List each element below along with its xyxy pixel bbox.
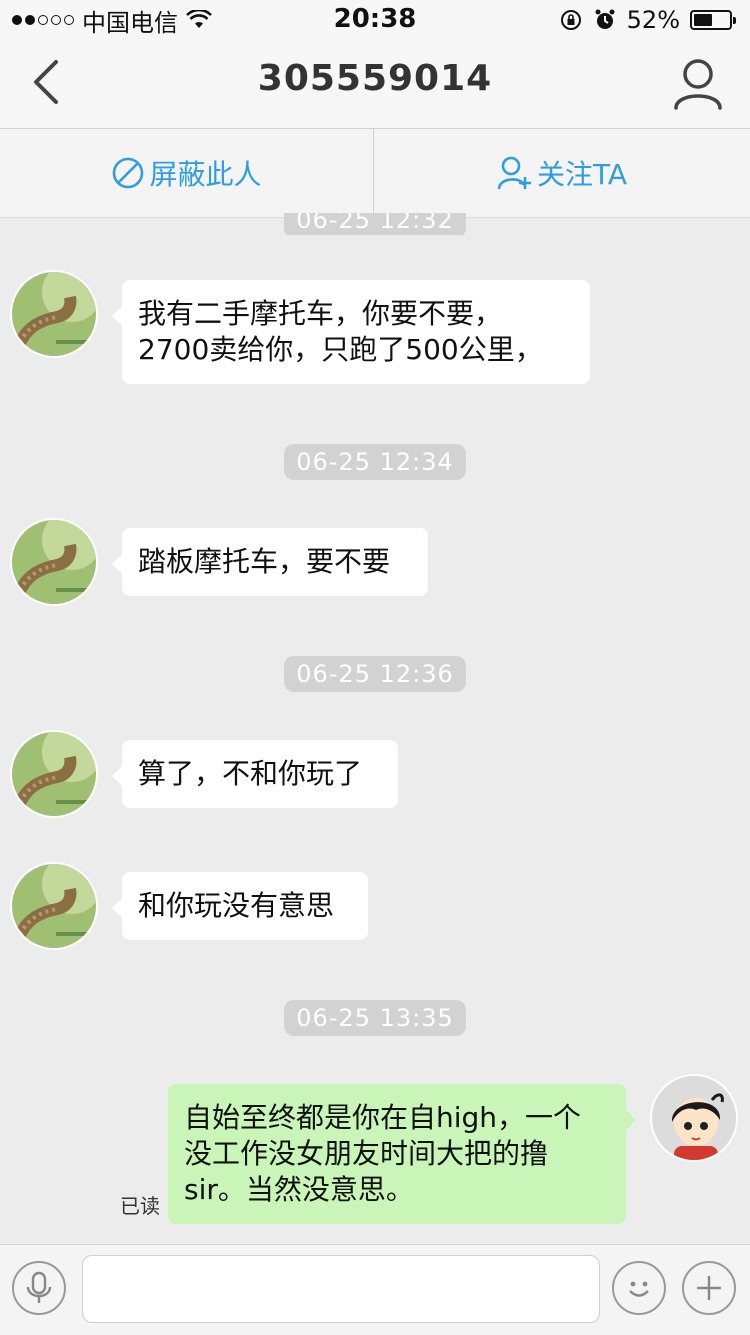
microphone-icon: [26, 1271, 52, 1303]
battery-percent: 52%: [626, 6, 680, 34]
block-user-button[interactable]: 屏蔽此人: [0, 129, 373, 217]
message-text-input[interactable]: [82, 1255, 600, 1323]
read-receipt: 已读: [120, 1194, 160, 1218]
message-line: sir。当然没意思。: [184, 1173, 414, 1206]
message-line: 自始至终都是你在自high，一个: [184, 1101, 582, 1134]
follow-user-label: 关注TA: [536, 158, 628, 191]
block-user-label: 屏蔽此人: [149, 158, 262, 191]
incoming-message[interactable]: 和你玩没有意思: [112, 872, 368, 940]
rotation-lock-icon: [560, 10, 581, 30]
timestamp: 06-25 12:36: [0, 656, 750, 692]
contact-action-bar: 屏蔽此人 关注TA: [0, 129, 750, 218]
message-line: 没工作没女朋友时间大把的撸: [184, 1137, 549, 1170]
add-person-icon: [497, 156, 531, 190]
incoming-message[interactable]: 踏板摩托车，要不要: [112, 528, 428, 596]
emoji-button[interactable]: [612, 1261, 666, 1315]
incoming-message[interactable]: 我有二手摩托车，你要不要， 2700卖给你，只跑了500公里，: [112, 280, 590, 384]
block-icon: [113, 157, 144, 189]
smiley-icon: [629, 1281, 649, 1297]
timestamp: 06-25 12:34: [0, 444, 750, 480]
more-options-button[interactable]: [682, 1261, 736, 1315]
contact-avatar[interactable]: [10, 730, 98, 818]
conversation-title: 305559014: [257, 58, 493, 99]
timestamp: 06-25 13:35: [0, 1000, 750, 1036]
contact-avatar[interactable]: [10, 518, 98, 606]
contact-avatar[interactable]: [10, 862, 98, 950]
battery-icon: [690, 10, 736, 30]
my-avatar[interactable]: [650, 1074, 738, 1162]
contact-avatar[interactable]: [10, 270, 98, 358]
message-line: 2700卖给你，只跑了500公里，: [138, 333, 543, 366]
message-line: 算了，不和你玩了: [138, 757, 363, 790]
message-line: 我有二手摩托车，你要不要，: [138, 297, 503, 330]
follow-user-button[interactable]: 关注TA: [374, 129, 750, 217]
plus-icon: [697, 1276, 721, 1300]
outgoing-message[interactable]: 自始至终都是你在自high，一个 没工作没女朋友时间大把的撸 sir。当然没意思…: [168, 1084, 636, 1224]
voice-input-button[interactable]: [12, 1261, 66, 1315]
message-input-bar: [0, 1244, 750, 1335]
navigation-bar: 305559014: [0, 40, 750, 129]
status-right: 52%: [559, 4, 736, 36]
profile-person-icon[interactable]: [672, 56, 724, 112]
message-line: 和你玩没有意思: [138, 889, 335, 922]
status-bar: 中国电信 20:38 52%: [0, 0, 750, 40]
alarm-icon: [595, 9, 615, 29]
timestamp: 06-25 12:32: [0, 213, 750, 235]
incoming-message[interactable]: 算了，不和你玩了: [112, 740, 398, 808]
message-line: 踏板摩托车，要不要: [138, 545, 391, 578]
